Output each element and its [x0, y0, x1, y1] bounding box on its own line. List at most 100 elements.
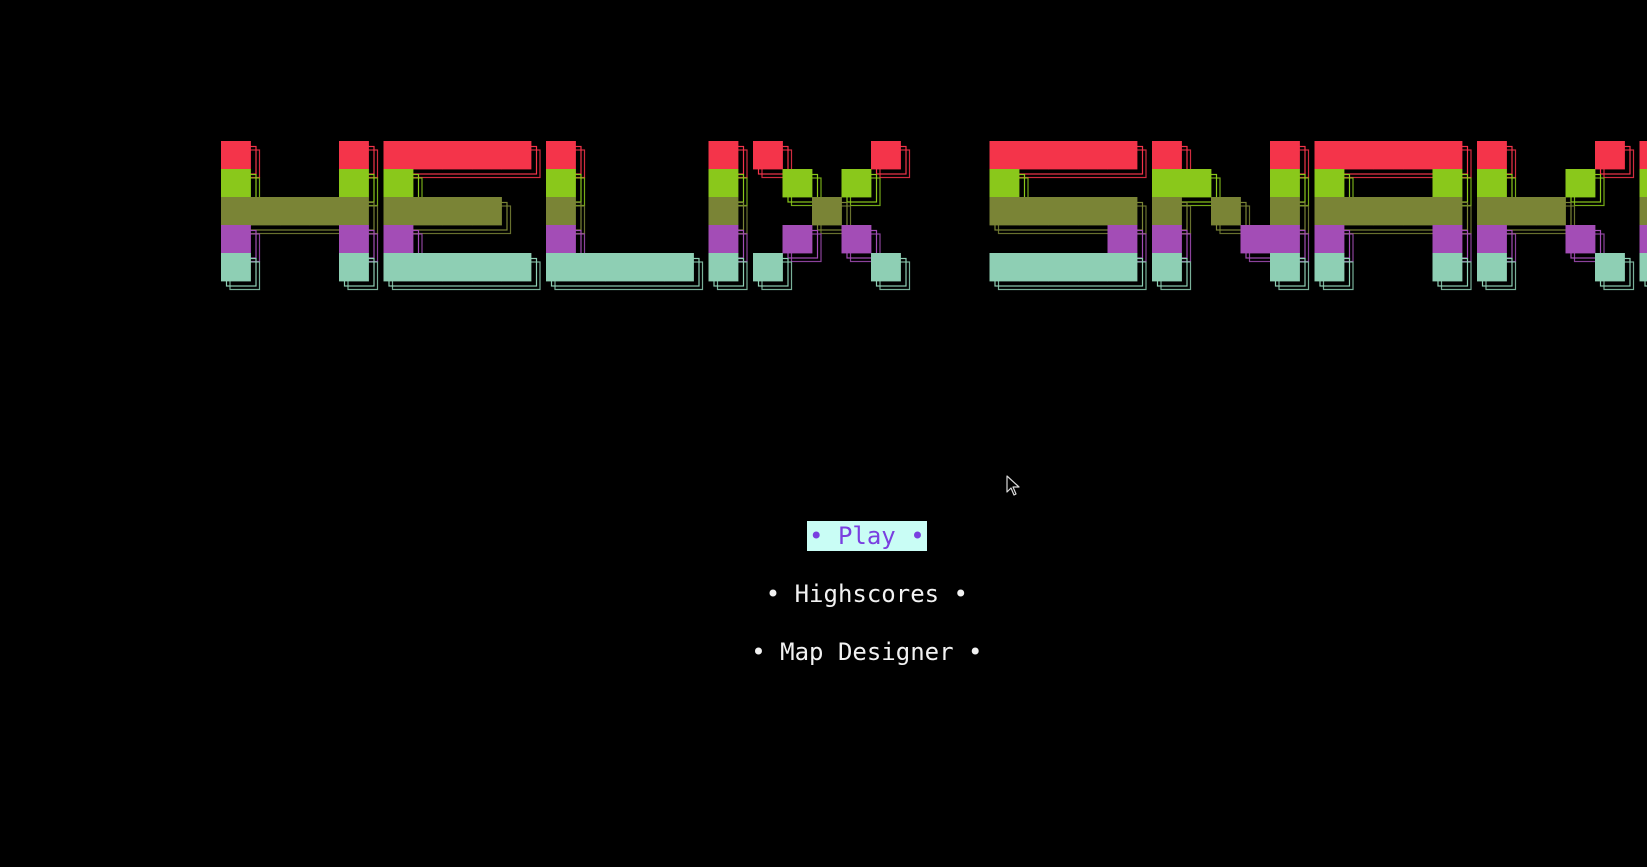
logo-block: [1595, 253, 1625, 282]
logo-block: [782, 169, 813, 198]
logo-block: [1019, 253, 1049, 282]
logo-block: [1477, 197, 1507, 226]
logo-art: [221, 141, 1647, 291]
logo-block: [1565, 169, 1596, 198]
logo-block: [664, 253, 694, 282]
logo-block: [1639, 225, 1647, 254]
menu-item-map-designer[interactable]: • Map Designer •: [0, 607, 1647, 697]
logo-block: [1506, 197, 1537, 226]
logo-block: [472, 197, 502, 226]
logo-block: [1639, 169, 1647, 198]
logo-block: [1048, 197, 1079, 226]
logo-block: [841, 225, 872, 254]
logo-block: [1048, 253, 1079, 282]
map-designer-button[interactable]: • Map Designer •: [749, 637, 984, 667]
logo-block: [546, 197, 576, 226]
logo-block: [442, 197, 473, 226]
logo-block: [1314, 141, 1345, 170]
logo-block: [472, 253, 502, 282]
logo-block: [1152, 197, 1182, 226]
logo-block: [1019, 141, 1049, 170]
logo-block: [1107, 253, 1138, 282]
logo-block: [1344, 141, 1374, 170]
logo-block: [413, 141, 443, 170]
logo-block: [1270, 253, 1300, 282]
logo-block: [1240, 225, 1271, 254]
logo-block: [221, 225, 251, 254]
logo-block: [1344, 197, 1374, 226]
logo-block: [339, 225, 369, 254]
logo-block: [812, 197, 842, 226]
logo-block: [1078, 141, 1108, 170]
logo-block: [1107, 225, 1138, 254]
logo-block: [871, 141, 901, 170]
logo-block: [708, 225, 739, 254]
logo-block: [1314, 253, 1345, 282]
logo-block: [339, 253, 369, 282]
logo-block: [989, 141, 1020, 170]
logo-block: [546, 169, 576, 198]
logo-block: [871, 253, 901, 282]
logo-block: [546, 225, 576, 254]
logo-block: [1078, 253, 1108, 282]
logo-block: [1314, 197, 1345, 226]
logo-fill-layer: [221, 141, 1647, 282]
logo-block: [634, 253, 665, 282]
logo-block: [546, 141, 576, 170]
logo-block: [339, 169, 369, 198]
logo-block: [575, 253, 606, 282]
logo-block: [442, 253, 473, 282]
logo-block: [1019, 197, 1049, 226]
helix-snake-logo: [0, 0, 1647, 340]
logo-block: [753, 253, 783, 282]
logo-block: [383, 225, 414, 254]
logo-block: [501, 141, 532, 170]
logo-block: [1432, 253, 1463, 282]
logo-block: [1270, 197, 1300, 226]
logo-block: [472, 141, 502, 170]
logo-block: [1477, 169, 1507, 198]
logo-block: [221, 253, 251, 282]
logo-block: [1565, 225, 1596, 254]
logo-block: [1270, 141, 1300, 170]
logo-block: [753, 141, 783, 170]
logo-block: [339, 141, 369, 170]
logo-block: [1639, 197, 1647, 226]
logo-block: [221, 197, 251, 226]
logo-block: [1373, 141, 1404, 170]
play-button[interactable]: • Play •: [807, 521, 927, 551]
highscores-button[interactable]: • Highscores •: [764, 579, 970, 609]
logo-block: [442, 141, 473, 170]
logo-block: [309, 197, 340, 226]
game-screen: • Play • • Highscores • • Map Designer •: [0, 0, 1647, 867]
logo-block: [1477, 141, 1507, 170]
logo-block: [1639, 253, 1647, 282]
logo-block: [383, 141, 414, 170]
logo-block: [1078, 197, 1108, 226]
logo-block: [1211, 197, 1241, 226]
logo-block: [1270, 169, 1300, 198]
logo-block: [413, 197, 443, 226]
logo-block: [1373, 197, 1404, 226]
logo-block: [413, 253, 443, 282]
logo-block: [841, 169, 872, 198]
logo-block: [1432, 197, 1463, 226]
logo-block: [1595, 141, 1625, 170]
logo-block: [989, 197, 1020, 226]
logo-block: [1403, 141, 1433, 170]
logo-block: [501, 253, 532, 282]
logo-block: [1107, 141, 1138, 170]
logo-block: [1639, 141, 1647, 170]
logo-block: [250, 197, 281, 226]
logo-block: [1432, 141, 1463, 170]
logo-block: [708, 253, 739, 282]
logo-block: [221, 169, 251, 198]
logo-block: [1536, 197, 1566, 226]
logo-block: [708, 169, 739, 198]
logo-block: [1107, 197, 1138, 226]
logo-block: [339, 197, 369, 226]
logo-block: [221, 141, 251, 170]
logo-block: [989, 169, 1020, 198]
logo-block: [708, 141, 739, 170]
logo-block: [605, 253, 635, 282]
